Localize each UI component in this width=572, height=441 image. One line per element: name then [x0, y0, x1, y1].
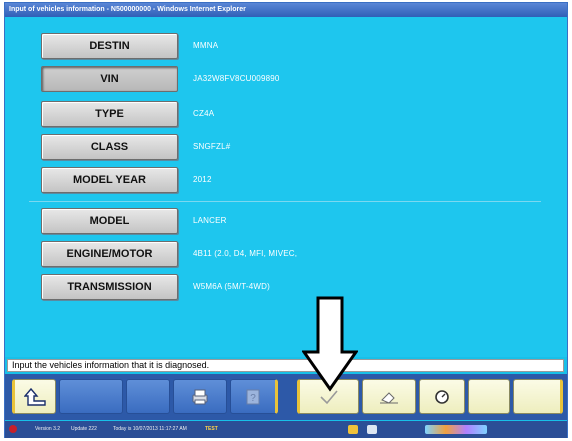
monitor-icon	[367, 425, 377, 434]
model-button[interactable]: MODEL	[41, 208, 178, 234]
field-row-transmission: TRANSMISSION W5M6A (5M/T-4WD)	[35, 274, 515, 300]
model-value: LANCER	[193, 216, 227, 225]
window-title: Input of vehicles information - N5000000…	[5, 3, 567, 17]
mode-text: TEST	[205, 426, 218, 432]
back-button[interactable]	[12, 379, 56, 414]
help-icon: ?	[246, 389, 260, 404]
print-icon	[192, 389, 208, 404]
vehicle-info-panel: DESTIN MMNA VIN JA32W8FV8CU009890 TYPE C…	[5, 17, 567, 357]
date-text: Today is 10/07/2013 11:17:27 AM	[113, 426, 187, 432]
print-button[interactable]	[173, 379, 227, 414]
destin-value: MMNA	[193, 41, 219, 50]
toolbar-blank-3[interactable]	[468, 379, 510, 414]
type-button[interactable]: TYPE	[41, 101, 178, 127]
eraser-icon	[380, 391, 398, 404]
check-icon	[320, 389, 338, 404]
destin-button[interactable]: DESTIN	[41, 33, 178, 59]
model-year-value: 2012	[193, 175, 212, 184]
back-icon	[24, 387, 46, 406]
transmission-button[interactable]: TRANSMISSION	[41, 274, 178, 300]
vin-value: JA32W8FV8CU009890	[193, 74, 280, 83]
status-bar: Version 3.2 Update 222 Today is 10/07/20…	[5, 421, 567, 438]
class-button[interactable]: CLASS	[41, 134, 178, 160]
update-text: Update 222	[71, 426, 97, 432]
class-value: SNGFZL#	[193, 142, 231, 151]
field-row-engine: ENGINE/MOTOR 4B11 (2.0, D4, MFI, MIVEC,	[35, 241, 515, 267]
app-window: Input of vehicles information - N5000000…	[4, 2, 568, 438]
field-row-class: CLASS SNGFZL#	[35, 134, 515, 160]
bottom-toolbar: ?	[5, 374, 567, 420]
field-row-type: TYPE CZ4A	[35, 101, 515, 127]
timer-button[interactable]	[419, 379, 465, 414]
erase-button[interactable]	[362, 379, 416, 414]
model-year-button[interactable]: MODEL YEAR	[41, 167, 178, 193]
status-message: Input the vehicles information that it i…	[7, 359, 564, 372]
toolbar-blank-2[interactable]	[126, 379, 170, 414]
app-logo-icon	[9, 425, 17, 433]
engine-motor-button[interactable]: ENGINE/MOTOR	[41, 241, 178, 267]
toolbar-blank-1[interactable]	[59, 379, 123, 414]
toolbar-blank-4[interactable]	[513, 379, 563, 414]
help-button[interactable]: ?	[230, 379, 278, 414]
connection-icon	[348, 425, 358, 434]
engine-motor-value: 4B11 (2.0, D4, MFI, MIVEC,	[193, 249, 298, 258]
field-row-vin: VIN JA32W8FV8CU009890	[35, 66, 515, 92]
svg-text:?: ?	[250, 393, 256, 404]
transmission-value: W5M6A (5M/T-4WD)	[193, 282, 270, 291]
vin-button[interactable]: VIN	[41, 66, 178, 92]
clock-icon	[435, 389, 449, 404]
field-row-destin: DESTIN MMNA	[35, 33, 515, 59]
version-text: Version 3.2	[35, 426, 61, 432]
field-row-model: MODEL LANCER	[35, 208, 515, 234]
section-divider	[29, 201, 541, 202]
confirm-button[interactable]	[297, 379, 359, 414]
type-value: CZ4A	[193, 109, 215, 118]
field-row-model-year: MODEL YEAR 2012	[35, 167, 515, 193]
tray-icons	[425, 425, 487, 434]
